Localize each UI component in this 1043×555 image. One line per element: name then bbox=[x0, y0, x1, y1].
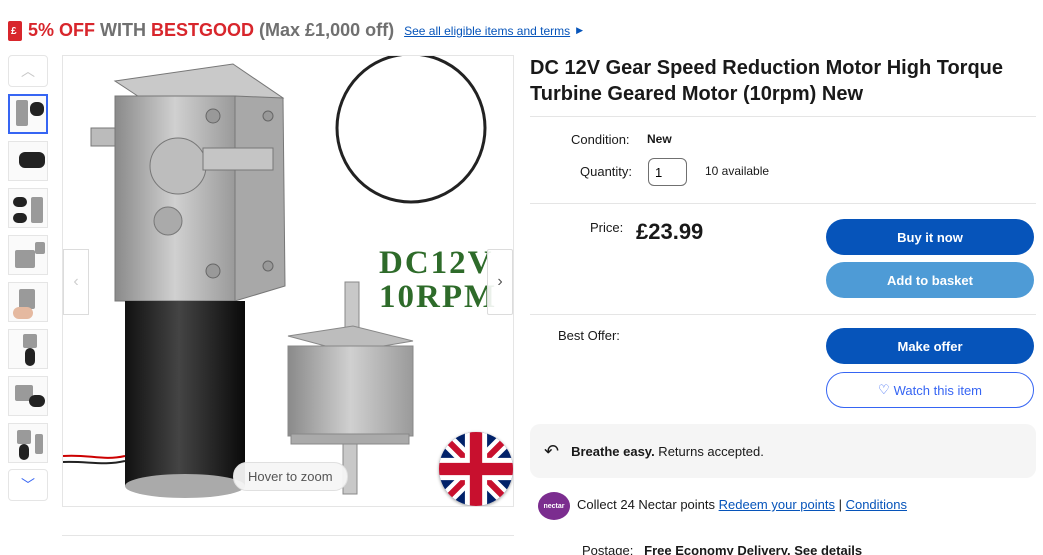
postage-row: Postage: Free Economy Delivery. See deta… bbox=[582, 543, 863, 555]
main-product-image[interactable]: DC12V 10RPM ‹ › Hover to zoom bbox=[62, 55, 514, 507]
chevron-down-icon: ﹀ bbox=[21, 477, 35, 493]
condition-value: New bbox=[647, 132, 672, 146]
thumbnail-4[interactable] bbox=[8, 235, 48, 275]
redeem-points-link[interactable]: Redeem your points bbox=[719, 497, 835, 512]
thumbnail-up-button[interactable]: ︿ bbox=[8, 55, 48, 87]
divider bbox=[530, 116, 1036, 117]
chevron-up-icon: ︿ bbox=[21, 63, 35, 79]
add-to-basket-button[interactable]: Add to basket bbox=[826, 262, 1034, 298]
best-offer-label: Best Offer: bbox=[558, 328, 620, 343]
thumbnail-7[interactable] bbox=[8, 376, 48, 416]
chevron-left-icon: ‹ bbox=[73, 273, 79, 290]
thumbnail-5[interactable] bbox=[8, 282, 48, 322]
eligible-items-link[interactable]: See all eligible items and terms bbox=[404, 24, 570, 38]
thumbnail-3[interactable] bbox=[8, 188, 48, 228]
next-image-button[interactable]: › bbox=[487, 249, 513, 315]
make-offer-button[interactable]: Make offer bbox=[826, 328, 1034, 364]
divider bbox=[530, 203, 1036, 204]
condition-label: Condition: bbox=[571, 132, 630, 147]
divider bbox=[530, 314, 1036, 315]
thumbnail-2[interactable] bbox=[8, 141, 48, 181]
available-count: 10 available bbox=[705, 164, 770, 178]
heart-icon: ♡ bbox=[877, 382, 890, 397]
nectar-logo: nectar bbox=[538, 492, 570, 520]
chevron-right-icon: › bbox=[497, 273, 503, 290]
returns-banner: ↶ Breathe easy. Returns accepted. bbox=[530, 424, 1036, 478]
promo-banner: 5% OFF WITH BESTGOOD (Max £1,000 off) Se… bbox=[8, 20, 583, 41]
buy-it-now-button[interactable]: Buy it now bbox=[826, 219, 1034, 255]
thumbnail-6[interactable] bbox=[8, 329, 48, 369]
item-price: £23.99 bbox=[636, 219, 704, 244]
price-tag-icon bbox=[8, 20, 22, 41]
conditions-link[interactable]: Conditions bbox=[846, 497, 907, 512]
returns-text: Breathe easy. Returns accepted. bbox=[571, 443, 764, 459]
return-arrow-icon: ↶ bbox=[544, 440, 560, 461]
quantity-label: Quantity: bbox=[580, 164, 633, 179]
watch-item-button[interactable]: ♡ Watch this item bbox=[826, 372, 1034, 408]
uk-flag-icon bbox=[439, 432, 513, 506]
thumbnail-1[interactable] bbox=[8, 94, 48, 134]
hover-to-zoom-hint: Hover to zoom bbox=[233, 462, 348, 491]
thumbnail-down-button[interactable]: ﹀ bbox=[8, 469, 48, 501]
nectar-points: Collect 24 Nectar points Redeem your poi… bbox=[577, 497, 908, 512]
promo-text: 5% OFF WITH BESTGOOD (Max £1,000 off) bbox=[28, 20, 395, 40]
quantity-input[interactable] bbox=[648, 158, 687, 186]
price-label: Price: bbox=[590, 220, 624, 235]
gallery-bottom-divider bbox=[62, 535, 514, 536]
chevron-right-icon: ▶ bbox=[576, 25, 584, 35]
thumbnail-8[interactable] bbox=[8, 423, 48, 463]
thumbnail-strip: ︿ ﹀ bbox=[8, 55, 48, 501]
voltage-overlay-text: DC12V 10RPM bbox=[379, 245, 498, 315]
previous-image-button[interactable]: ‹ bbox=[63, 249, 89, 315]
item-title: DC 12V Gear Speed Reduction Motor High T… bbox=[530, 57, 1004, 105]
